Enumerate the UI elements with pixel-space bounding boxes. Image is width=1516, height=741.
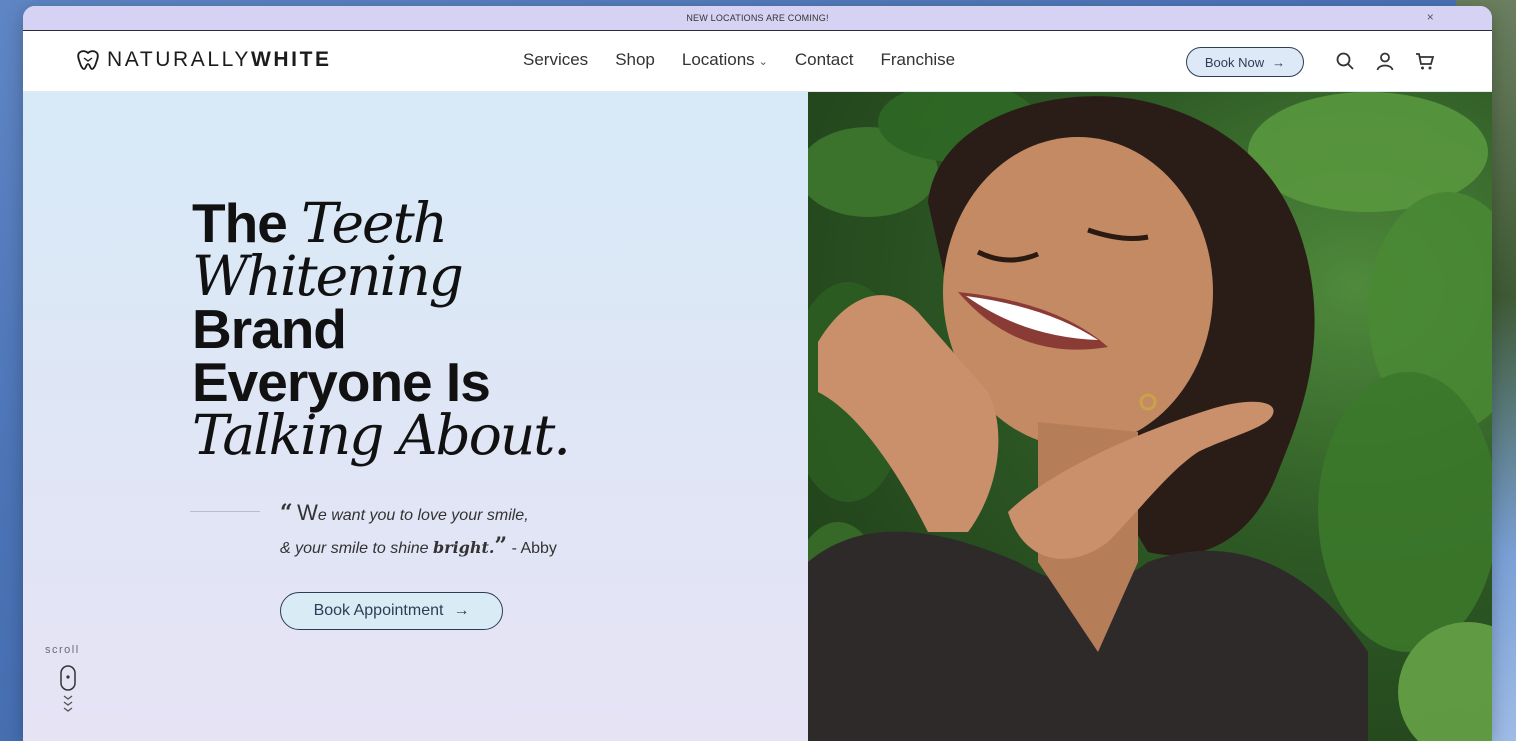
nav-item-franchise[interactable]: Franchise	[880, 50, 955, 70]
hero-headline: The Teeth Whitening Brand Everyone Is Ta…	[192, 196, 652, 467]
main-menu: Services Shop Locations ⌄ Contact Franchi…	[523, 50, 955, 70]
nav-item-shop[interactable]: Shop	[615, 50, 655, 70]
quote-divider	[190, 511, 260, 512]
chevron-down-icon: ⌄	[758, 56, 768, 68]
hero-text-panel: The Teeth Whitening Brand Everyone Is Ta…	[23, 92, 808, 741]
announcement-bar: NEW LOCATIONS ARE COMING! ×	[23, 6, 1492, 31]
quote-line-2-text: & your smile to shine	[280, 540, 429, 557]
top-navigation: NATURALLYWHITE Services Shop Locations ⌄ …	[23, 31, 1492, 92]
search-icon[interactable]	[1335, 51, 1355, 71]
quote-first-letter: W	[297, 500, 318, 525]
brand-wordmark: NATURALLYWHITE	[107, 48, 332, 72]
tooth-logo-icon	[77, 50, 99, 70]
quote-line-2: & your smile to shine bright.” - Abby	[280, 531, 640, 564]
quote-bright: bright.	[432, 538, 495, 557]
nav-item-locations[interactable]: Locations ⌄	[682, 50, 768, 70]
hero-photo-smiling-woman	[808, 92, 1492, 741]
account-icon[interactable]	[1375, 51, 1395, 71]
scroll-label: scroll	[45, 644, 80, 656]
nav-item-locations-label: Locations	[681, 50, 755, 69]
headline-line-3: Brand	[192, 298, 347, 360]
quote-author: - Abby	[511, 540, 557, 557]
testimonial-quote: “ We want you to love your smile, & your…	[280, 497, 640, 564]
nav-icon-group	[1335, 51, 1435, 71]
book-appointment-label: Book Appointment	[313, 602, 444, 619]
quote-open-mark: “	[280, 500, 293, 526]
quote-line-1-text: e want you to love your smile,	[317, 507, 529, 524]
nav-item-contact[interactable]: Contact	[795, 50, 854, 70]
arrow-right-icon: →	[453, 602, 470, 619]
headline-line-4: Everyone Is	[192, 351, 491, 413]
quote-close-mark: ”	[494, 533, 508, 559]
quote-line-1: “ We want you to love your smile,	[280, 497, 640, 531]
headline-line-5: Talking About.	[192, 403, 571, 467]
brand-logo[interactable]: NATURALLYWHITE	[75, 48, 332, 72]
book-now-label: Book Now	[1204, 54, 1265, 70]
scroll-mouse-icon[interactable]	[59, 665, 77, 717]
book-now-button[interactable]: Book Now →	[1186, 47, 1304, 77]
hero-photo-illustration	[808, 92, 1492, 741]
nav-item-services[interactable]: Services	[523, 50, 588, 70]
cart-icon[interactable]	[1415, 51, 1435, 71]
arrow-right-icon: →	[1272, 54, 1286, 70]
close-announcement-button[interactable]: ×	[1427, 10, 1434, 24]
headline-line-1: The Teeth	[192, 196, 652, 251]
browser-page: NEW LOCATIONS ARE COMING! × NATURALLYWHI…	[23, 6, 1492, 741]
headline-line-2: Whitening	[192, 244, 464, 308]
brand-wordmark-light: NATURALLY	[107, 48, 251, 71]
announcement-text: NEW LOCATIONS ARE COMING!	[686, 13, 829, 23]
book-appointment-button[interactable]: Book Appointment →	[280, 592, 503, 630]
brand-wordmark-bold: WHITE	[251, 48, 332, 71]
